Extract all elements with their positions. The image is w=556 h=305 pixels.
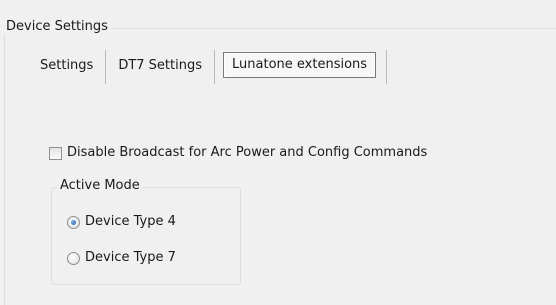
tab-divider <box>386 50 388 84</box>
device-settings-title: Device Settings <box>4 19 111 35</box>
tab-lunatone-extensions[interactable]: Lunatone extensions <box>223 46 377 86</box>
device-type-7-radio[interactable] <box>67 251 80 265</box>
disable-broadcast-checkbox[interactable] <box>49 146 62 160</box>
device-type-4-option[interactable]: Device Type 4 <box>67 213 176 231</box>
tab-settings-label: Settings <box>40 58 94 73</box>
tab-strip: Settings DT7 Settings Lunatone extension… <box>28 46 388 86</box>
device-type-7-option[interactable]: Device Type 7 <box>67 249 176 267</box>
tab-divider <box>214 50 216 84</box>
disable-broadcast-label[interactable]: Disable Broadcast for Arc Power and Conf… <box>67 144 427 162</box>
tab-dt7-settings[interactable]: DT7 Settings <box>106 46 214 86</box>
tab-lunatone-extensions-label: Lunatone extensions <box>223 52 377 78</box>
device-type-7-label[interactable]: Device Type 7 <box>85 249 176 267</box>
device-settings-window: Device Settings Settings DT7 Settings Lu… <box>0 0 556 305</box>
device-type-4-radio[interactable] <box>67 215 80 229</box>
active-mode-group <box>51 187 241 285</box>
disable-broadcast-option[interactable]: Disable Broadcast for Arc Power and Conf… <box>49 144 427 162</box>
device-type-4-label[interactable]: Device Type 4 <box>85 213 176 231</box>
tab-dt7-settings-label: DT7 Settings <box>118 58 203 73</box>
active-mode-title: Active Mode <box>57 178 143 194</box>
tab-settings[interactable]: Settings <box>28 46 105 86</box>
